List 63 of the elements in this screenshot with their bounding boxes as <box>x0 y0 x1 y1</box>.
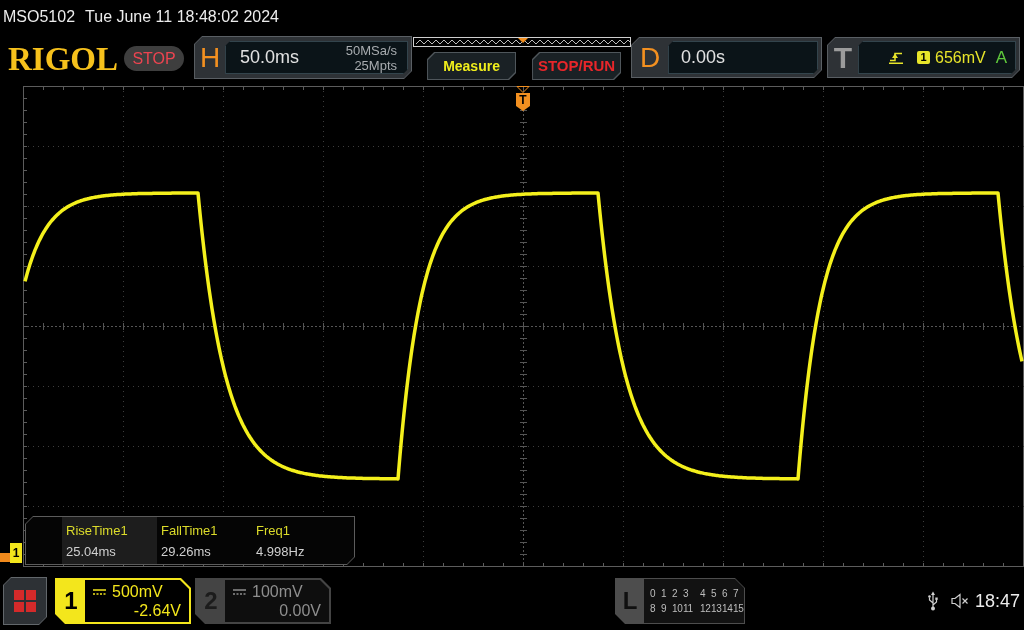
model-name: MSO5102 <box>3 9 76 25</box>
logic-channel-number: 1 <box>661 588 668 599</box>
trigger-level-value: 656mV <box>935 47 986 68</box>
timebase-value: 50.0ms <box>240 46 300 69</box>
logic-label: L <box>621 586 639 616</box>
measure-button[interactable]: Measure <box>427 52 517 80</box>
logic-channel-number: 8 <box>650 603 657 614</box>
logic-channel-number: 6 <box>722 588 729 599</box>
channel-number: 1 <box>63 586 79 616</box>
trigger-mode: A <box>995 46 1008 69</box>
horizontal-label: H <box>198 43 222 72</box>
measurement-name: Freq1 <box>256 523 291 537</box>
date-time: Tue June 11 18:48:02 2024 <box>85 9 279 25</box>
trigger-panel[interactable]: T 1 656mV A <box>827 37 1021 78</box>
sample-rate: 50MSa/s <box>345 42 398 58</box>
trigger-source-badge: 1 <box>917 51 931 64</box>
logic-channel-number: 4 <box>700 588 707 599</box>
logic-channel-number: 11 <box>683 603 694 614</box>
trigger-label: T <box>832 42 854 73</box>
channel-marker[interactable]: 1 <box>10 543 22 563</box>
measurement-name: FallTime1 <box>161 523 219 537</box>
run-state-indicator: STOP <box>124 46 185 71</box>
logic-channel-number: 12 <box>700 603 711 614</box>
logic-channel-number: 3 <box>683 588 690 599</box>
triangle-outline-icon <box>516 86 530 93</box>
level-marker-icon[interactable] <box>0 553 10 562</box>
logic-channel-number: 9 <box>661 603 668 614</box>
measurement-value: 29.26ms <box>161 544 212 558</box>
measurement-value: 25.04ms <box>66 544 117 558</box>
logic-channel-number: 0 <box>650 588 657 599</box>
speaker-muted-icon[interactable] <box>951 593 969 609</box>
delay-value: 0.00s <box>681 46 726 69</box>
measurement-value: 4.998Hz <box>256 544 306 558</box>
timebase-panel[interactable]: H 50.0ms 50MSa/s 25Mpts <box>194 36 413 79</box>
channel-scale: 100mV <box>252 582 303 601</box>
channel-panel[interactable]: 1 500mV -2.64V <box>55 578 191 624</box>
dc-coupling-icon <box>93 588 106 595</box>
logic-channel-number: 10 <box>672 603 683 614</box>
trigger-marker[interactable]: T <box>516 93 530 111</box>
trigger-position-icon <box>518 38 529 43</box>
dc-coupling-icon <box>233 588 246 595</box>
logic-channel-number: 7 <box>733 588 740 599</box>
logic-channel-number: 13 <box>711 603 722 614</box>
logo: RIGOL <box>8 41 119 77</box>
delay-label: D <box>638 43 662 72</box>
channel-offset: 0.00V <box>279 601 321 620</box>
logic-channel-number: 2 <box>672 588 679 599</box>
clock-time: 18:47 <box>975 589 1021 613</box>
grid-icon <box>14 590 36 612</box>
memory-depth: 25Mpts <box>354 57 398 73</box>
logic-channel-number: 5 <box>711 588 718 599</box>
measurement-item[interactable]: RiseTime1 25.04ms <box>62 517 157 564</box>
logic-panel[interactable]: L 0 1 2 3 4 5 6 7 8 9 1011 12131415 <box>615 578 745 624</box>
stop-run-button[interactable]: STOP/RUN <box>532 52 622 80</box>
channel-offset: -2.64V <box>133 601 181 620</box>
rising-edge-icon <box>889 51 904 64</box>
logic-channel-number: 15 <box>733 603 744 614</box>
menu-button[interactable] <box>3 577 47 625</box>
logic-channel-number: 14 <box>722 603 733 614</box>
measurement-name: RiseTime1 <box>66 523 129 537</box>
channel-scale: 500mV <box>112 582 163 601</box>
delay-panel[interactable]: D 0.00s <box>631 37 823 78</box>
usb-icon <box>928 591 938 611</box>
